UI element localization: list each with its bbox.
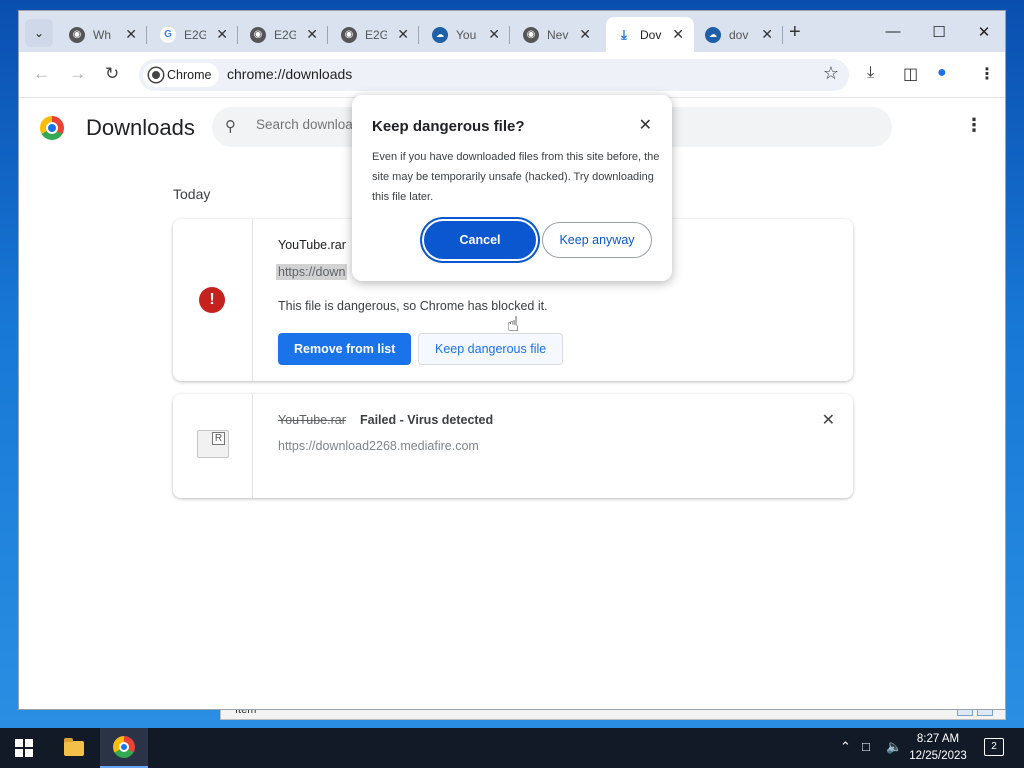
search-icon: ⚲ bbox=[225, 118, 236, 135]
windows-logo-icon bbox=[15, 739, 33, 757]
close-icon[interactable]: ✕ bbox=[216, 26, 228, 43]
remove-from-list-button[interactable]: Remove from list bbox=[278, 333, 412, 365]
close-icon[interactable]: ✕ bbox=[488, 26, 500, 43]
close-icon[interactable]: ✕ bbox=[125, 26, 137, 43]
page-title: Downloads bbox=[86, 115, 195, 140]
minimize-button[interactable]: — bbox=[870, 11, 916, 52]
plus-icon: + bbox=[789, 21, 801, 43]
file-name[interactable]: YouTube.rar bbox=[278, 238, 346, 252]
clock-time: 8:27 AM bbox=[916, 733, 960, 745]
tab[interactable]: ☁ dov ✕ bbox=[695, 17, 783, 52]
chevron-down-icon: ⌄ bbox=[33, 26, 45, 40]
tab-label: E2G bbox=[365, 27, 387, 42]
tab[interactable]: ◉ E2G ✕ bbox=[331, 17, 419, 52]
file-url[interactable]: https://down bbox=[276, 264, 348, 280]
cloud-icon: ☁ bbox=[705, 26, 721, 43]
clock-date: 12/25/2023 bbox=[909, 750, 967, 762]
section-label-today: Today bbox=[173, 186, 211, 202]
dialog-title: Keep dangerous file? bbox=[372, 118, 525, 135]
remove-item-close-icon[interactable]: ✕ bbox=[822, 410, 835, 430]
forward-button[interactable]: → bbox=[69, 64, 86, 84]
close-icon[interactable]: ✕ bbox=[306, 26, 318, 43]
tab-search-button[interactable]: ⌄ bbox=[25, 19, 53, 47]
address-bar[interactable]: Chrome chrome://downloads ☆ bbox=[139, 59, 849, 91]
downloads-icon[interactable]: ⤓ bbox=[867, 64, 874, 82]
tab[interactable]: ◉ Wh ✕ bbox=[59, 17, 147, 52]
tab[interactable]: ☁ You ✕ bbox=[422, 17, 510, 52]
file-url[interactable]: https://download2268.mediafire.com bbox=[278, 439, 479, 453]
chrome-taskbar-button[interactable] bbox=[100, 728, 148, 768]
chrome-icon bbox=[149, 68, 163, 82]
minimize-icon: — bbox=[885, 23, 901, 40]
hand-cursor-icon: ☝ bbox=[507, 314, 520, 336]
bookmark-star-icon[interactable]: ☆ bbox=[823, 63, 839, 84]
notification-count: 2 bbox=[991, 741, 997, 752]
chrome-logo-icon bbox=[40, 116, 64, 140]
danger-icon: ! bbox=[199, 287, 225, 313]
close-icon[interactable]: ✕ bbox=[761, 26, 773, 43]
file-icon-column: ! bbox=[173, 219, 253, 381]
tab-label: Nev bbox=[547, 27, 569, 42]
keep-dangerous-file-dialog: Keep dangerous file? ✕ Even if you have … bbox=[352, 95, 672, 281]
url-text[interactable]: chrome://downloads bbox=[227, 66, 352, 82]
taskbar: ⌃ □ 🔈 8:27 AM 12/25/2023 2 bbox=[0, 728, 1024, 768]
tab-label: E2G bbox=[274, 27, 296, 42]
browser-toolbar: ← → ↻ Chrome chrome://downloads ☆ ⤓ ◫ ● … bbox=[19, 52, 1005, 98]
more-options-icon[interactable]: ⋮ bbox=[965, 115, 983, 136]
maximize-icon: ☐ bbox=[932, 23, 946, 41]
download-icon: ⤓ bbox=[621, 26, 627, 42]
site-chip-label: Chrome bbox=[167, 68, 212, 82]
back-button[interactable]: ← bbox=[33, 64, 50, 84]
start-button[interactable] bbox=[0, 728, 48, 768]
cancel-button[interactable]: Cancel bbox=[424, 221, 536, 259]
tab-label: Dov bbox=[640, 27, 662, 42]
show-hidden-icons[interactable]: ⌃ bbox=[840, 739, 851, 755]
maximize-button[interactable]: ☐ bbox=[916, 11, 962, 52]
tab-label: Wh bbox=[93, 27, 111, 42]
network-icon[interactable]: □ bbox=[862, 739, 870, 754]
chrome-icon bbox=[113, 736, 135, 758]
close-icon[interactable]: ✕ bbox=[579, 26, 591, 43]
file-icon-column: R bbox=[173, 394, 253, 498]
archive-file-icon: R bbox=[197, 430, 229, 458]
new-tab-button[interactable]: + bbox=[789, 21, 801, 44]
tab[interactable]: ◉ Nev ✕ bbox=[513, 17, 601, 52]
failure-status: Failed - Virus detected bbox=[360, 413, 494, 427]
globe-icon: ◉ bbox=[341, 26, 357, 43]
tab[interactable]: ◉ E2G ✕ bbox=[240, 17, 328, 52]
danger-message: This file is dangerous, so Chrome has bl… bbox=[278, 299, 548, 313]
tab[interactable]: G E2G ✕ bbox=[150, 17, 238, 52]
tab-label: E2G bbox=[184, 27, 206, 42]
system-clock[interactable]: 8:27 AM 12/25/2023 bbox=[906, 731, 970, 765]
tab-label: dov bbox=[729, 27, 749, 42]
dialog-close-icon[interactable]: ✕ bbox=[639, 115, 652, 135]
menu-icon[interactable]: ⋮ bbox=[979, 64, 995, 84]
chrome-icon: ◉ bbox=[523, 26, 539, 43]
file-name[interactable]: YouTube.rar bbox=[278, 413, 346, 427]
globe-icon: ◉ bbox=[250, 26, 266, 43]
tab-strip: ⌄ ◉ Wh ✕ G E2G ✕ ◉ E2G ✕ ◉ E2G ✕ ☁ You ✕… bbox=[19, 11, 1005, 52]
chrome-icon: ◉ bbox=[69, 26, 85, 43]
keep-dangerous-file-button[interactable]: Keep dangerous file bbox=[418, 333, 564, 365]
site-chip[interactable]: Chrome bbox=[143, 63, 220, 87]
close-icon[interactable]: ✕ bbox=[397, 26, 409, 43]
close-icon: ✕ bbox=[977, 23, 991, 41]
profile-icon[interactable]: ● bbox=[937, 64, 947, 82]
reload-button[interactable]: ↻ bbox=[105, 64, 119, 84]
close-icon[interactable]: ✕ bbox=[672, 26, 684, 43]
close-window-button[interactable]: ✕ bbox=[961, 11, 1005, 52]
side-panel-icon[interactable]: ◫ bbox=[903, 64, 918, 84]
cloud-icon: ☁ bbox=[432, 26, 448, 43]
volume-muted-icon[interactable]: 🔈 bbox=[886, 739, 902, 755]
tab-downloads-active[interactable]: ⤓ Dov ✕ bbox=[606, 17, 694, 52]
download-item-failed: R YouTube.rar Failed - Virus detected ht… bbox=[173, 394, 853, 498]
file-explorer-button[interactable] bbox=[50, 728, 98, 768]
dialog-body-text: Even if you have downloaded files from t… bbox=[372, 151, 660, 203]
tab-label: You bbox=[456, 27, 477, 42]
keep-anyway-button[interactable]: Keep anyway bbox=[542, 222, 652, 258]
notification-center-button[interactable]: 2 bbox=[984, 738, 1004, 756]
folder-icon bbox=[64, 737, 84, 756]
google-icon: G bbox=[160, 26, 176, 43]
